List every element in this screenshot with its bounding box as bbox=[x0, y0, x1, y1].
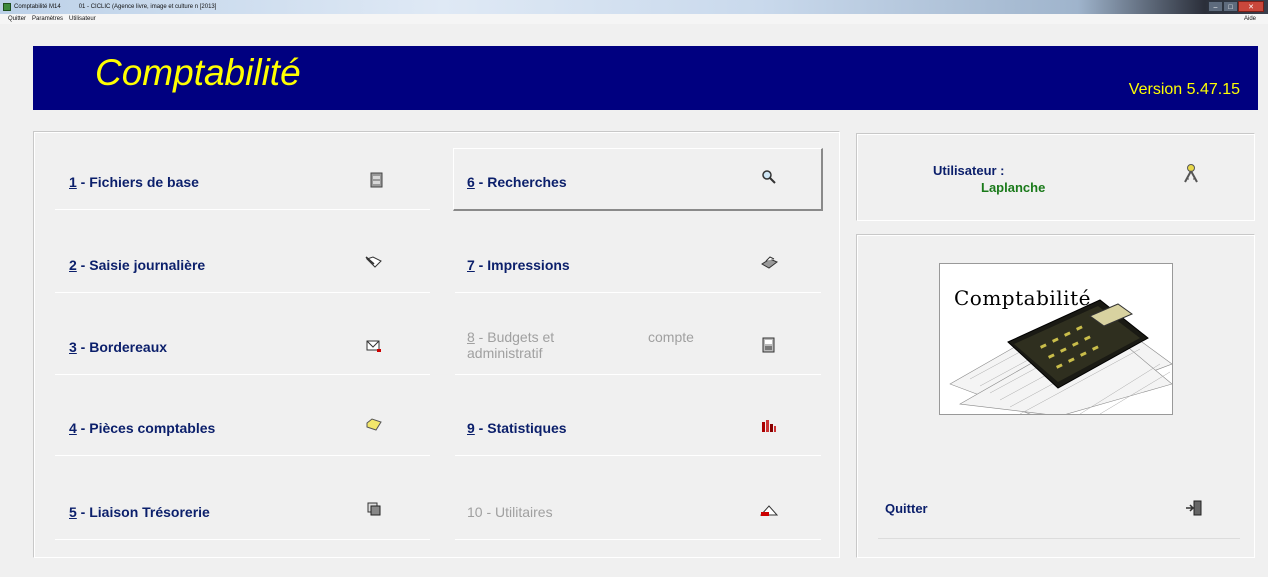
menu-item-saisie-journaliere[interactable]: 2 - Saisie journalière bbox=[55, 233, 430, 293]
logo-text: Comptabilité bbox=[954, 286, 1091, 310]
menu-parametres[interactable]: Paramètres bbox=[32, 16, 63, 22]
keys-icon[interactable] bbox=[1181, 163, 1201, 185]
version-label: Version 5.47.15 bbox=[1128, 81, 1240, 98]
exit-door-icon[interactable] bbox=[1185, 499, 1203, 517]
menu-item-label: 2 - Saisie journalière bbox=[69, 257, 206, 273]
app-banner: Comptabilité Version 5.47.15 bbox=[33, 46, 1258, 110]
menu-item-label: 6 - Recherches bbox=[467, 174, 567, 190]
menu-item-label-cont: compte bbox=[648, 329, 694, 345]
quit-separator bbox=[878, 538, 1240, 539]
app-title: Comptabilité bbox=[95, 52, 301, 93]
menu-item-liaison-tresorerie[interactable]: 5 - Liaison Trésorerie bbox=[55, 480, 430, 540]
tools-icon bbox=[760, 501, 778, 519]
close-button[interactable]: ✕ bbox=[1238, 1, 1264, 12]
comptabilite-logo: Comptabilité bbox=[939, 263, 1173, 415]
envelope-icon bbox=[365, 337, 383, 355]
app-icon bbox=[3, 3, 11, 11]
window-controls: – □ ✕ bbox=[1208, 1, 1264, 12]
folder-icon bbox=[365, 416, 383, 434]
menu-item-label: 10 - Utilitaires bbox=[467, 504, 553, 520]
menu-item-budgets: 8 - Budgets et compte administratif bbox=[455, 315, 821, 375]
window-titlebar: Comptabilité M14 01 - CICLIC (Agence liv… bbox=[0, 0, 1268, 14]
minimize-button[interactable]: – bbox=[1208, 1, 1223, 12]
quit-button[interactable]: Quitter bbox=[885, 501, 928, 516]
pen-entry-icon bbox=[365, 253, 383, 271]
menu-item-label: 8 - Budgets et bbox=[467, 329, 555, 345]
menu-utilisateur[interactable]: Utilisateur bbox=[69, 16, 96, 22]
menu-aide[interactable]: Aide bbox=[1244, 16, 1256, 22]
menu-item-fichiers-de-base[interactable]: 1 - Fichiers de base bbox=[55, 150, 430, 210]
bar-chart-icon bbox=[760, 417, 778, 435]
search-icon bbox=[760, 168, 778, 186]
ledger-icon bbox=[760, 336, 778, 354]
menu-item-pieces-comptables[interactable]: 4 - Pièces comptables bbox=[55, 396, 430, 456]
menu-item-impressions[interactable]: 7 - Impressions bbox=[455, 233, 821, 293]
menu-quitter[interactable]: Quitter bbox=[8, 16, 26, 22]
window-title-document: 01 - CICLIC (Agence livre, image et cult… bbox=[78, 4, 217, 10]
menu-item-label: 5 - Liaison Trésorerie bbox=[69, 504, 210, 520]
user-label: Utilisateur : bbox=[933, 163, 1005, 178]
documents-icon bbox=[365, 500, 383, 518]
user-name: Laplanche bbox=[981, 180, 1046, 195]
menu-item-label: 4 - Pièces comptables bbox=[69, 420, 216, 436]
menu-item-label-line2: administratif bbox=[467, 345, 543, 361]
menu-item-label: 1 - Fichiers de base bbox=[69, 174, 199, 190]
menu-item-recherches[interactable]: 6 - Recherches bbox=[455, 150, 821, 210]
file-cabinet-icon bbox=[368, 171, 386, 189]
window-title-app: Comptabilité M14 bbox=[14, 4, 61, 10]
menu-item-label: 9 - Statistiques bbox=[467, 420, 567, 436]
menu-item-utilitaires: 10 - Utilitaires bbox=[455, 480, 821, 540]
menu-item-label: 3 - Bordereaux bbox=[69, 339, 168, 355]
menu-item-statistiques[interactable]: 9 - Statistiques bbox=[455, 396, 821, 456]
menu-item-bordereaux[interactable]: 3 - Bordereaux bbox=[55, 315, 430, 375]
printer-icon bbox=[760, 254, 778, 272]
menu-item-label: 7 - Impressions bbox=[467, 257, 570, 273]
menubar: Quitter Paramètres Utilisateur Aide bbox=[0, 14, 1268, 24]
maximize-button[interactable]: □ bbox=[1223, 1, 1238, 12]
